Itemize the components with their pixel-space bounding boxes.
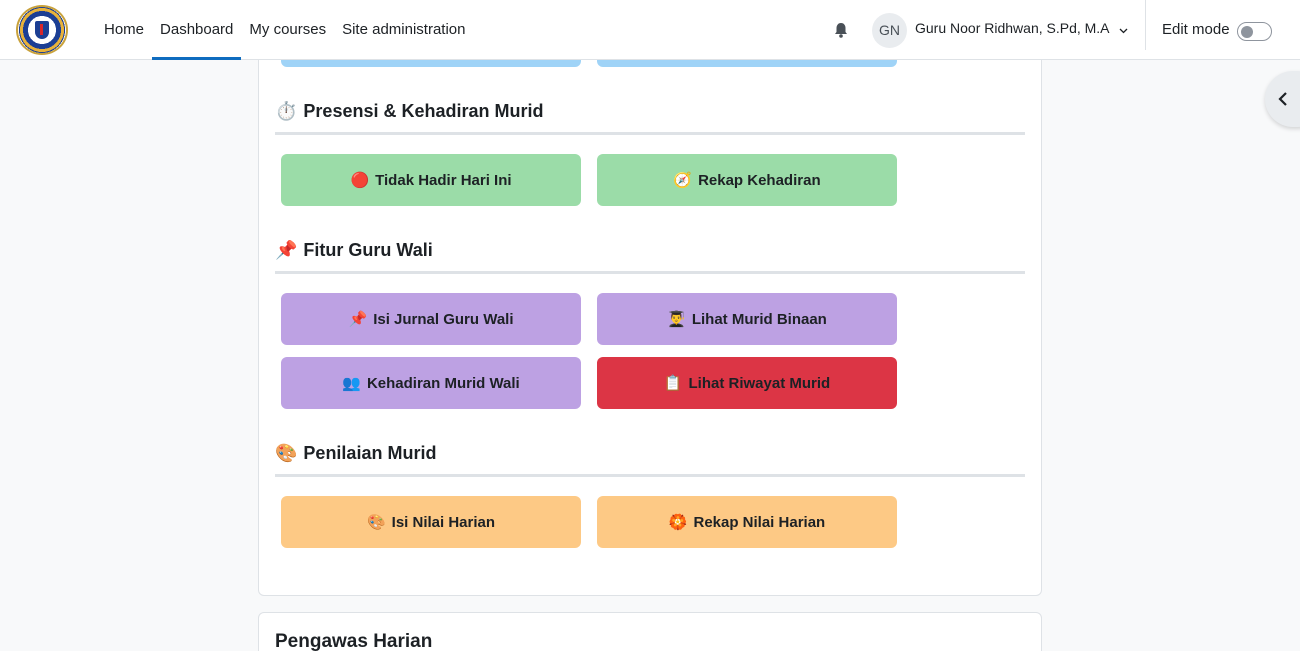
button-label: Lihat Riwayat Murid [688, 375, 831, 392]
top-navbar: Home Dashboard My courses Site administr… [0, 0, 1300, 60]
student-icon: 👨‍🎓 [667, 310, 686, 328]
section-title-presensi: ⏱️ Presensi & Kehadiran Murid [275, 101, 544, 122]
kehadiran-murid-wali-button[interactable]: 👥 Kehadiran Murid Wali [281, 357, 581, 409]
button-label: Isi Jurnal Guru Wali [373, 311, 514, 328]
section-title-presensi-text: Presensi & Kehadiran Murid [303, 101, 544, 121]
lihat-murid-binaan-button[interactable]: 👨‍🎓 Lihat Murid Binaan [597, 293, 897, 345]
stopwatch-icon: ⏱️ [275, 101, 298, 122]
section-title-guru-wali: 📌 Fitur Guru Wali [275, 240, 433, 261]
nav-dashboard[interactable]: Dashboard [152, 0, 242, 60]
button-label: Rekap Nilai Harian [693, 514, 826, 531]
red-circle-icon: 🔴 [350, 171, 370, 189]
pushpin-icon: 📌 [348, 310, 368, 328]
button-label: Lihat Murid Binaan [691, 311, 827, 328]
open-block-drawer-button[interactable] [1265, 71, 1300, 127]
button-label: Tidak Hadir Hari Ini [375, 172, 512, 189]
tidak-hadir-button[interactable]: 🔴 Tidak Hadir Hari Ini [281, 154, 581, 206]
navbar-divider [1145, 0, 1146, 50]
button-label: Kehadiran Murid Wali [366, 375, 520, 392]
palette-icon: 🎨 [366, 513, 386, 531]
avatar[interactable]: GN [872, 13, 907, 48]
isi-jurnal-button[interactable]: 📌 Isi Jurnal Guru Wali [281, 293, 581, 345]
rosette-icon: 🏵️ [668, 513, 688, 531]
rekap-nilai-harian-button[interactable]: 🏵️ Rekap Nilai Harian [597, 496, 897, 548]
edit-mode-label: Edit mode [1162, 21, 1230, 38]
lihat-riwayat-murid-button[interactable]: 📋 Lihat Riwayat Murid [597, 357, 897, 409]
chevron-down-icon[interactable] [1119, 26, 1128, 35]
chevron-left-icon [1278, 92, 1287, 106]
people-icon: 👥 [342, 374, 361, 392]
isi-nilai-harian-button[interactable]: 🎨 Isi Nilai Harian [281, 496, 581, 548]
edit-mode-toggle[interactable] [1237, 22, 1272, 41]
bell-icon[interactable] [834, 22, 848, 38]
section-divider [275, 271, 1025, 274]
pengawas-harian-card: Pengawas Harian [258, 612, 1042, 651]
nav-my-courses[interactable]: My courses [241, 0, 334, 60]
card-title: Pengawas Harian [275, 631, 433, 651]
school-logo[interactable] [16, 5, 68, 55]
palette-icon: 🎨 [275, 443, 298, 464]
button-label: Isi Nilai Harian [391, 514, 496, 531]
section-divider [275, 474, 1025, 477]
primary-navigation: Home Dashboard My courses Site administr… [96, 0, 474, 60]
nav-home[interactable]: Home [96, 0, 152, 60]
compass-icon: 🧭 [673, 171, 693, 189]
section-title-penilaian: 🎨 Penilaian Murid [275, 443, 436, 464]
section-title-penilaian-text: Penilaian Murid [303, 443, 437, 463]
nav-site-administration[interactable]: Site administration [334, 0, 473, 60]
pushpin-icon: 📌 [275, 240, 298, 261]
button-label: Rekap Kehadiran [698, 172, 821, 189]
clipboard-icon: 📋 [663, 374, 683, 392]
section-divider [275, 132, 1025, 135]
rekap-kehadiran-button[interactable]: 🧭 Rekap Kehadiran [597, 154, 897, 206]
section-title-guru-wali-text: Fitur Guru Wali [303, 240, 433, 260]
user-menu-name[interactable]: Guru Noor Ridhwan, S.Pd, M.A [915, 20, 1110, 36]
